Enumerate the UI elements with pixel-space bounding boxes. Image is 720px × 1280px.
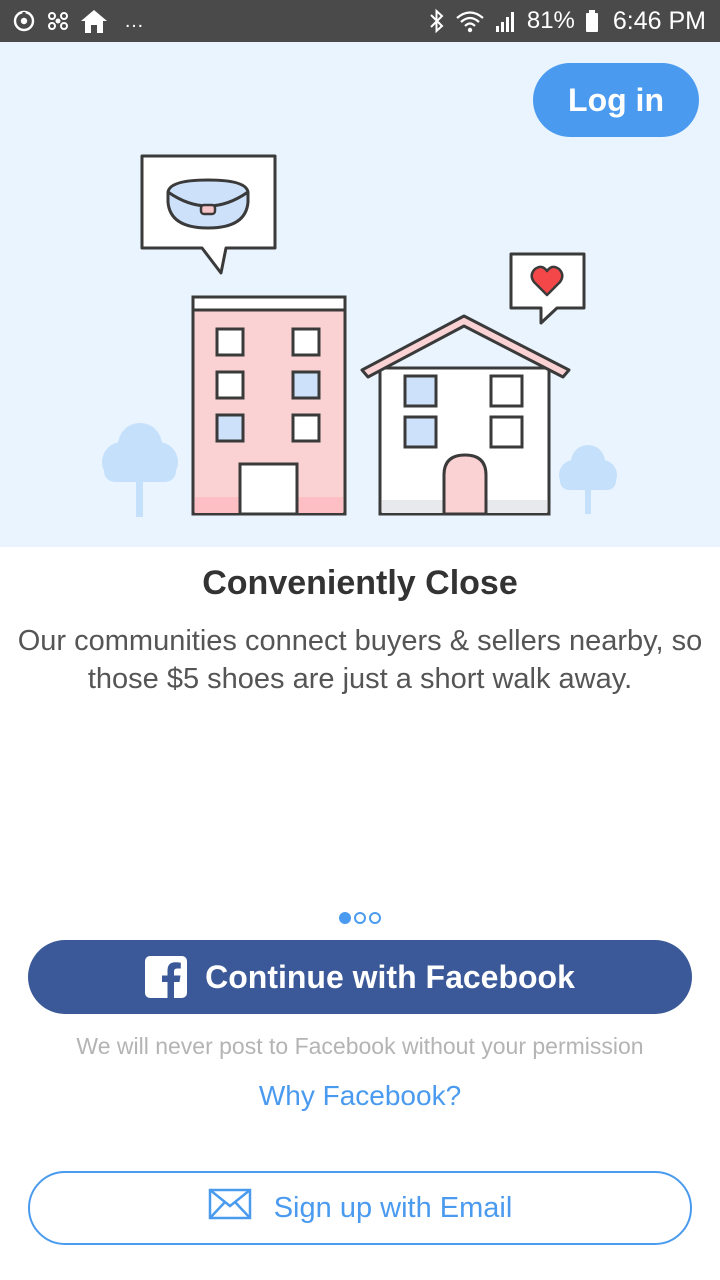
- continue-with-facebook-button[interactable]: Continue with Facebook: [28, 940, 692, 1014]
- battery-icon: [585, 9, 599, 33]
- status-right: 81% 6:46 PM: [429, 7, 706, 36]
- fan-icon: [46, 9, 70, 33]
- sync-icon: [12, 9, 36, 33]
- login-button[interactable]: Log in: [533, 63, 699, 137]
- page-dot-1[interactable]: [339, 912, 351, 924]
- facebook-disclaimer: We will never post to Facebook without y…: [76, 1033, 644, 1059]
- page-dot-2[interactable]: [354, 912, 366, 924]
- bag-speech-bubble: [140, 154, 277, 275]
- slide-body: Our communities connect buyers & sellers…: [17, 625, 703, 695]
- hero-illustration: Log in: [0, 42, 720, 547]
- apartment-building: [191, 295, 347, 516]
- slide-title: Conveniently Close: [202, 564, 518, 602]
- heart-speech-bubble: [509, 252, 586, 325]
- clock: 6:46 PM: [612, 6, 706, 35]
- battery-percentage: 81%: [526, 7, 575, 34]
- signal-icon: [495, 9, 517, 33]
- overflow-dots: …: [124, 10, 146, 32]
- page-dot-3[interactable]: [369, 912, 381, 924]
- status-left: …: [12, 8, 146, 34]
- facebook-icon: [145, 956, 188, 998]
- why-facebook-link[interactable]: Why Facebook?: [0, 1080, 720, 1112]
- email-button-label: Sign up with Email: [273, 1191, 513, 1224]
- envelope-icon: [208, 1188, 252, 1228]
- bluetooth-icon: [429, 8, 445, 34]
- status-bar: … 81% 6:46 PM: [0, 0, 720, 42]
- facebook-button-label: Continue with Facebook: [205, 958, 575, 995]
- sign-up-with-email-button[interactable]: Sign up with Email: [28, 1171, 692, 1245]
- tree-left: [102, 423, 178, 517]
- page-indicator: [0, 912, 720, 928]
- home-icon: [80, 8, 108, 34]
- house: [360, 314, 571, 516]
- tree-right: [559, 445, 617, 514]
- wifi-icon: [455, 9, 485, 33]
